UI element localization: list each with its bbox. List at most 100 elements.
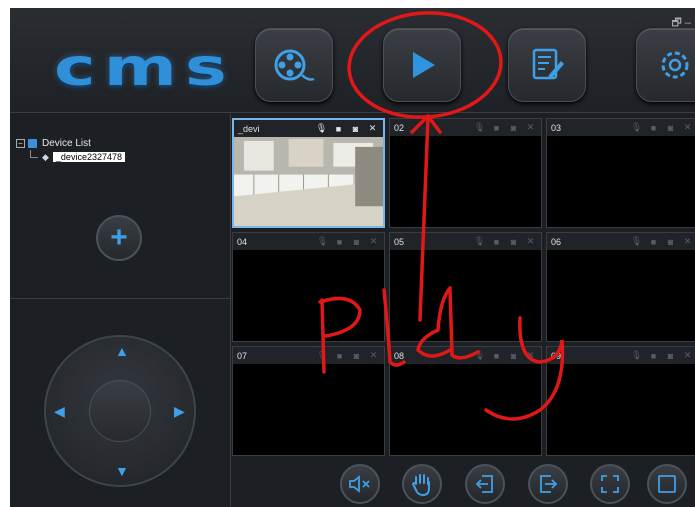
app-logo: cms [54, 38, 235, 98]
video-cell-label: 07 [237, 350, 248, 361]
hand-pan-button[interactable] [402, 464, 442, 504]
video-cell-label: 09 [551, 350, 562, 361]
microphone-icon[interactable]: 🎙 [473, 122, 486, 133]
ptz-down-arrow-icon[interactable]: ▼ [115, 463, 129, 479]
snapshot-icon[interactable]: ◙ [507, 350, 520, 361]
play-button[interactable] [383, 28, 461, 102]
microphone-icon[interactable]: 🎙 [315, 123, 328, 134]
edit-document-icon [532, 48, 564, 80]
video-feed[interactable] [233, 364, 384, 455]
video-cell-header: 03 🎙 ■ ◙ ✕ [547, 119, 695, 136]
video-cell-header: 07 🎙 ■ ◙ ✕ [233, 347, 384, 364]
edit-config-button[interactable] [508, 28, 586, 102]
video-cell-header: 04 🎙 ■ ◙ ✕ [233, 233, 384, 250]
ptz-left-arrow-icon[interactable]: ◀ [54, 403, 65, 420]
previous-page-icon [475, 475, 493, 493]
ptz-up-arrow-icon[interactable]: ▲ [115, 343, 129, 359]
close-icon[interactable]: ✕ [524, 236, 537, 247]
mute-button[interactable] [340, 464, 380, 504]
camera-record-icon[interactable]: ■ [333, 236, 346, 247]
window-controls[interactable]: 🗗 – [671, 14, 691, 33]
video-cell[interactable]: 07 🎙 ■ ◙ ✕ [232, 346, 385, 456]
video-cell-label: _devi [238, 123, 260, 134]
camera-record-icon[interactable]: ■ [647, 350, 660, 361]
gear-icon [661, 51, 689, 79]
microphone-icon[interactable]: 🎙 [473, 236, 486, 247]
device-name-label[interactable]: _device2327478 [52, 152, 125, 162]
snapshot-icon[interactable]: ◙ [350, 350, 363, 361]
snapshot-icon[interactable]: ◙ [507, 122, 520, 133]
video-feed[interactable] [233, 250, 384, 341]
video-cell-label: 02 [394, 122, 405, 133]
ptz-center-button[interactable] [89, 380, 151, 442]
video-cell[interactable]: 02 🎙 ■ ◙ ✕ [389, 118, 542, 228]
microphone-icon[interactable]: 🎙 [316, 350, 329, 361]
camera-record-icon[interactable]: ■ [490, 122, 503, 133]
video-feed[interactable] [234, 137, 383, 226]
fullscreen-icon [601, 475, 619, 493]
video-cell[interactable]: 06 🎙 ■ ◙ ✕ [546, 232, 695, 342]
top-toolbar: cms 🗗 – [10, 8, 695, 113]
folder-icon [28, 138, 37, 148]
camera-record-icon[interactable]: ■ [490, 236, 503, 247]
add-device-button[interactable]: + [96, 215, 142, 261]
video-cell[interactable]: 09 🎙 ■ ◙ ✕ [546, 346, 695, 456]
snapshot-icon[interactable]: ◙ [664, 350, 677, 361]
video-feed[interactable] [547, 364, 695, 455]
close-icon[interactable]: ✕ [524, 350, 537, 361]
device-list-label: Device List [42, 137, 91, 149]
single-view-button[interactable] [647, 464, 687, 504]
video-cell[interactable]: 04 🎙 ■ ◙ ✕ [232, 232, 385, 342]
panel-divider [10, 298, 231, 299]
close-icon[interactable]: ✕ [367, 350, 380, 361]
collapse-icon[interactable]: − [16, 138, 25, 148]
video-cell[interactable]: 08 🎙 ■ ◙ ✕ [389, 346, 542, 456]
camera-record-icon[interactable]: ■ [332, 123, 345, 134]
close-icon[interactable]: ✕ [524, 122, 537, 133]
fullscreen-button[interactable] [590, 464, 630, 504]
snapshot-icon[interactable]: ◙ [507, 236, 520, 247]
plus-icon: + [110, 221, 128, 254]
microphone-icon[interactable]: 🎙 [630, 350, 643, 361]
video-cell[interactable]: 05 🎙 ■ ◙ ✕ [389, 232, 542, 342]
snapshot-icon[interactable]: ◙ [349, 123, 362, 134]
tree-root[interactable]: − Device List [16, 136, 125, 150]
video-cell-header: 09 🎙 ■ ◙ ✕ [547, 347, 695, 364]
microphone-icon[interactable]: 🎙 [630, 236, 643, 247]
microphone-icon[interactable]: 🎙 [316, 236, 329, 247]
microphone-icon[interactable]: 🎙 [473, 350, 486, 361]
video-feed[interactable] [390, 364, 541, 455]
next-page-icon [540, 475, 558, 493]
camera-record-icon[interactable]: ■ [647, 122, 660, 133]
tree-child-device[interactable]: ◆ _device2327478 [16, 150, 125, 164]
next-page-button[interactable] [528, 464, 568, 504]
ptz-right-arrow-icon[interactable]: ▶ [174, 403, 185, 420]
microphone-icon[interactable]: 🎙 [630, 122, 643, 133]
previous-page-button[interactable] [465, 464, 505, 504]
camera-record-icon[interactable]: ■ [647, 236, 660, 247]
close-icon[interactable]: ✕ [681, 236, 694, 247]
snapshot-icon[interactable]: ◙ [664, 122, 677, 133]
settings-button[interactable] [636, 28, 695, 102]
video-playback-button[interactable] [255, 28, 333, 102]
video-feed[interactable] [390, 136, 541, 227]
camera-record-icon[interactable]: ■ [333, 350, 346, 361]
close-icon[interactable]: ✕ [366, 123, 379, 134]
snapshot-icon[interactable]: ◙ [664, 236, 677, 247]
close-icon[interactable]: ✕ [681, 122, 694, 133]
camera-device-icon: ◆ [42, 151, 49, 162]
close-icon[interactable]: ✕ [367, 236, 380, 247]
video-cell[interactable]: 03 🎙 ■ ◙ ✕ [546, 118, 695, 228]
video-cell-header: 02 🎙 ■ ◙ ✕ [390, 119, 541, 136]
video-feed[interactable] [547, 136, 695, 227]
snapshot-icon[interactable]: ◙ [350, 236, 363, 247]
video-feed[interactable] [547, 250, 695, 341]
device-panel: − Device List ◆ _device2327478 + ▲ ▼ ◀ ▶ [10, 114, 231, 507]
video-cell[interactable]: _devi 🎙 ■ ◙ ✕ [232, 118, 385, 228]
hand-pan-icon [411, 474, 430, 496]
close-icon[interactable]: ✕ [681, 350, 694, 361]
video-feed[interactable] [390, 250, 541, 341]
ptz-control-pad[interactable]: ▲ ▼ ◀ ▶ [44, 335, 196, 487]
camera-record-icon[interactable]: ■ [490, 350, 503, 361]
video-cell-label: 06 [551, 236, 562, 247]
